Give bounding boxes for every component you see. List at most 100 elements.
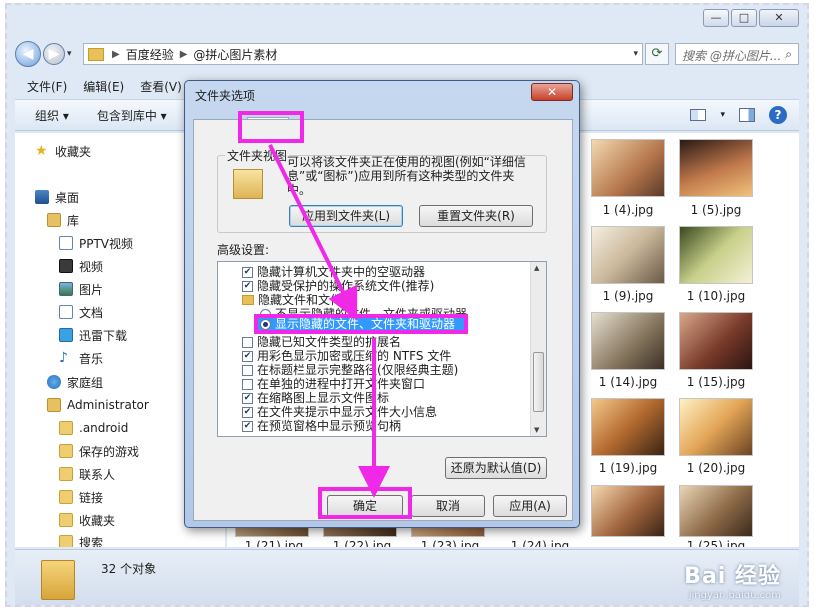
apply-button[interactable]: 应用(A)	[493, 495, 567, 517]
checkbox[interactable]	[242, 364, 253, 376]
organize-button[interactable]: 组织 ▾	[35, 107, 69, 124]
star-icon: ★	[35, 143, 48, 159]
checkbox[interactable]: ✔	[242, 406, 253, 418]
thumbnail[interactable]	[591, 312, 665, 370]
folder-view-icon	[233, 169, 263, 199]
menu-edit[interactable]: 编辑(E)	[83, 78, 124, 95]
close-window-button[interactable]: ✕	[759, 9, 799, 27]
nav-android[interactable]: .android	[59, 418, 128, 438]
file-name: 1 (5).jpg	[690, 203, 742, 217]
search-input[interactable]: 搜索 @拼心图片... ⌕	[675, 43, 799, 65]
breadcrumb-separator-icon[interactable]: ▶	[180, 49, 188, 60]
scroll-up-icon[interactable]: ▲	[534, 264, 539, 272]
nav-libraries[interactable]: 库	[47, 210, 79, 230]
advanced-settings-list[interactable]: ✔ 隐藏计算机文件夹中的空驱动器 ✔ 隐藏受保护的操作系统文件(推荐) 隐藏文件…	[217, 261, 547, 437]
thumbnail[interactable]	[679, 485, 753, 537]
nav-searches[interactable]: 搜索	[59, 532, 103, 547]
include-in-library-button[interactable]: 包含到库中 ▾	[97, 107, 167, 124]
folder-icon	[59, 444, 73, 458]
nav-homegroup[interactable]: 家庭组	[47, 372, 103, 392]
dialog-close-button[interactable]: ✕	[531, 83, 573, 101]
nav-thunder-downloads[interactable]: 迅雷下载	[59, 325, 127, 345]
maximize-button[interactable]: □	[731, 9, 757, 27]
forward-button[interactable]: ▶	[43, 43, 65, 65]
thumbnail[interactable]	[679, 139, 753, 197]
menu-view[interactable]: 查看(V)	[140, 78, 182, 95]
preview-pane-icon[interactable]	[739, 108, 755, 122]
setting-thumbnail-icons[interactable]: ✔ 在缩略图上显示文件图标	[242, 391, 389, 405]
desktop-icon	[35, 190, 49, 204]
music-note-icon: ♪	[59, 350, 68, 366]
nav-label: 保存的游戏	[79, 444, 140, 459]
nav-documents[interactable]: 文档	[59, 302, 103, 322]
breadcrumb-item[interactable]: 百度经验	[126, 46, 174, 63]
nav-videos[interactable]: 视频	[59, 256, 103, 276]
thumbnail[interactable]	[591, 398, 665, 456]
radio-button-selected[interactable]	[260, 318, 271, 330]
nav-pptv[interactable]: PPTV视频	[59, 233, 133, 253]
nav-label: 联系人	[79, 467, 116, 482]
address-dropdown-icon[interactable]: ▾	[633, 49, 638, 59]
setting-show-hidden-selected[interactable]: 显示隐藏的文件、文件夹和驱动器	[254, 314, 468, 334]
checkbox[interactable]	[242, 336, 253, 348]
setting-file-size-tips[interactable]: ✔ 在文件夹提示中显示文件大小信息	[242, 405, 437, 419]
pptv-folder-icon	[59, 236, 73, 250]
setting-hide-empty-drives[interactable]: ✔ 隐藏计算机文件夹中的空驱动器	[242, 265, 425, 279]
address-bar[interactable]: ▶ 百度经验 ▶ @拼心图片素材 ▾	[83, 43, 643, 65]
window-caption-buttons: — □ ✕	[703, 9, 799, 27]
help-icon[interactable]: ?	[769, 106, 787, 124]
setting-color-ntfs[interactable]: ✔ 用彩色显示加密或压缩的 NTFS 文件	[242, 349, 451, 363]
user-folder-icon	[47, 398, 61, 412]
nav-label: .android	[79, 421, 129, 435]
setting-preview-handlers[interactable]: ✔ 在预览窗格中显示预览句柄	[242, 419, 401, 433]
view-tab-highlight	[238, 111, 304, 143]
restore-defaults-button[interactable]: 还原为默认值(D)	[445, 457, 547, 479]
scrollbar-thumb[interactable]	[533, 352, 544, 412]
cancel-button[interactable]: 取消	[411, 495, 485, 517]
back-button[interactable]: ◀	[15, 41, 41, 67]
status-bar: 32 个对象 Bai 经验 jingyan.baidu.com	[15, 549, 799, 605]
thumbnail[interactable]	[679, 312, 753, 370]
thumbnail[interactable]	[591, 139, 665, 197]
setting-hide-protected-files[interactable]: ✔ 隐藏受保护的操作系统文件(推荐)	[242, 279, 434, 293]
dialog-title: 文件夹选项	[195, 89, 256, 103]
checkbox[interactable]: ✔	[242, 280, 253, 292]
nav-administrator[interactable]: Administrator	[47, 395, 149, 415]
change-view-icon[interactable]	[690, 109, 707, 121]
thumbnail[interactable]	[591, 226, 665, 284]
scroll-down-icon[interactable]: ▼	[534, 426, 539, 434]
checkbox[interactable]: ✔	[242, 392, 253, 404]
search-icon[interactable]: ⌕	[785, 47, 792, 61]
nav-admin-favorites[interactable]: 收藏夹	[59, 510, 115, 530]
setting-separate-process[interactable]: 在单独的进程中打开文件夹窗口	[242, 377, 425, 391]
apply-to-folders-button[interactable]: 应用到文件夹(L)	[289, 205, 403, 227]
minimize-button[interactable]: —	[703, 9, 729, 27]
nav-music[interactable]: ♪ 音乐	[59, 348, 103, 368]
nav-links[interactable]: 链接	[59, 487, 103, 507]
breadcrumb-item[interactable]: @拼心图片素材	[193, 46, 277, 63]
reset-folders-button[interactable]: 重置文件夹(R)	[419, 205, 533, 227]
thumbnail[interactable]	[679, 398, 753, 456]
thumbnail[interactable]	[591, 485, 665, 537]
download-icon	[59, 328, 73, 342]
settings-scrollbar[interactable]: ▲ ▼	[530, 262, 546, 436]
refresh-button[interactable]: ⟳	[645, 43, 669, 65]
document-icon	[59, 305, 73, 319]
menu-file[interactable]: 文件(F)	[27, 78, 67, 95]
nav-pictures[interactable]: 图片	[59, 279, 103, 299]
history-dropdown-icon[interactable]: ▾	[67, 49, 79, 59]
nav-saved-games[interactable]: 保存的游戏	[59, 441, 139, 461]
checkbox[interactable]: ✔	[242, 420, 253, 432]
checkbox[interactable]: ✔	[242, 350, 253, 362]
breadcrumb-separator-icon[interactable]: ▶	[112, 49, 120, 60]
view-dropdown-icon[interactable]: ▾	[720, 110, 725, 120]
nav-contacts[interactable]: 联系人	[59, 464, 115, 484]
checkbox[interactable]	[242, 378, 253, 390]
setting-hide-extensions[interactable]: 隐藏已知文件类型的扩展名	[242, 335, 401, 349]
setting-full-path[interactable]: 在标题栏显示完整路径(仅限经典主题)	[242, 363, 458, 377]
thumbnail[interactable]	[679, 226, 753, 284]
nav-desktop[interactable]: 桌面	[35, 187, 79, 207]
setting-label: 用彩色显示加密或压缩的 NTFS 文件	[257, 349, 452, 363]
checkbox[interactable]: ✔	[242, 266, 253, 278]
nav-favorites[interactable]: ★ 收藏夹	[35, 141, 91, 161]
